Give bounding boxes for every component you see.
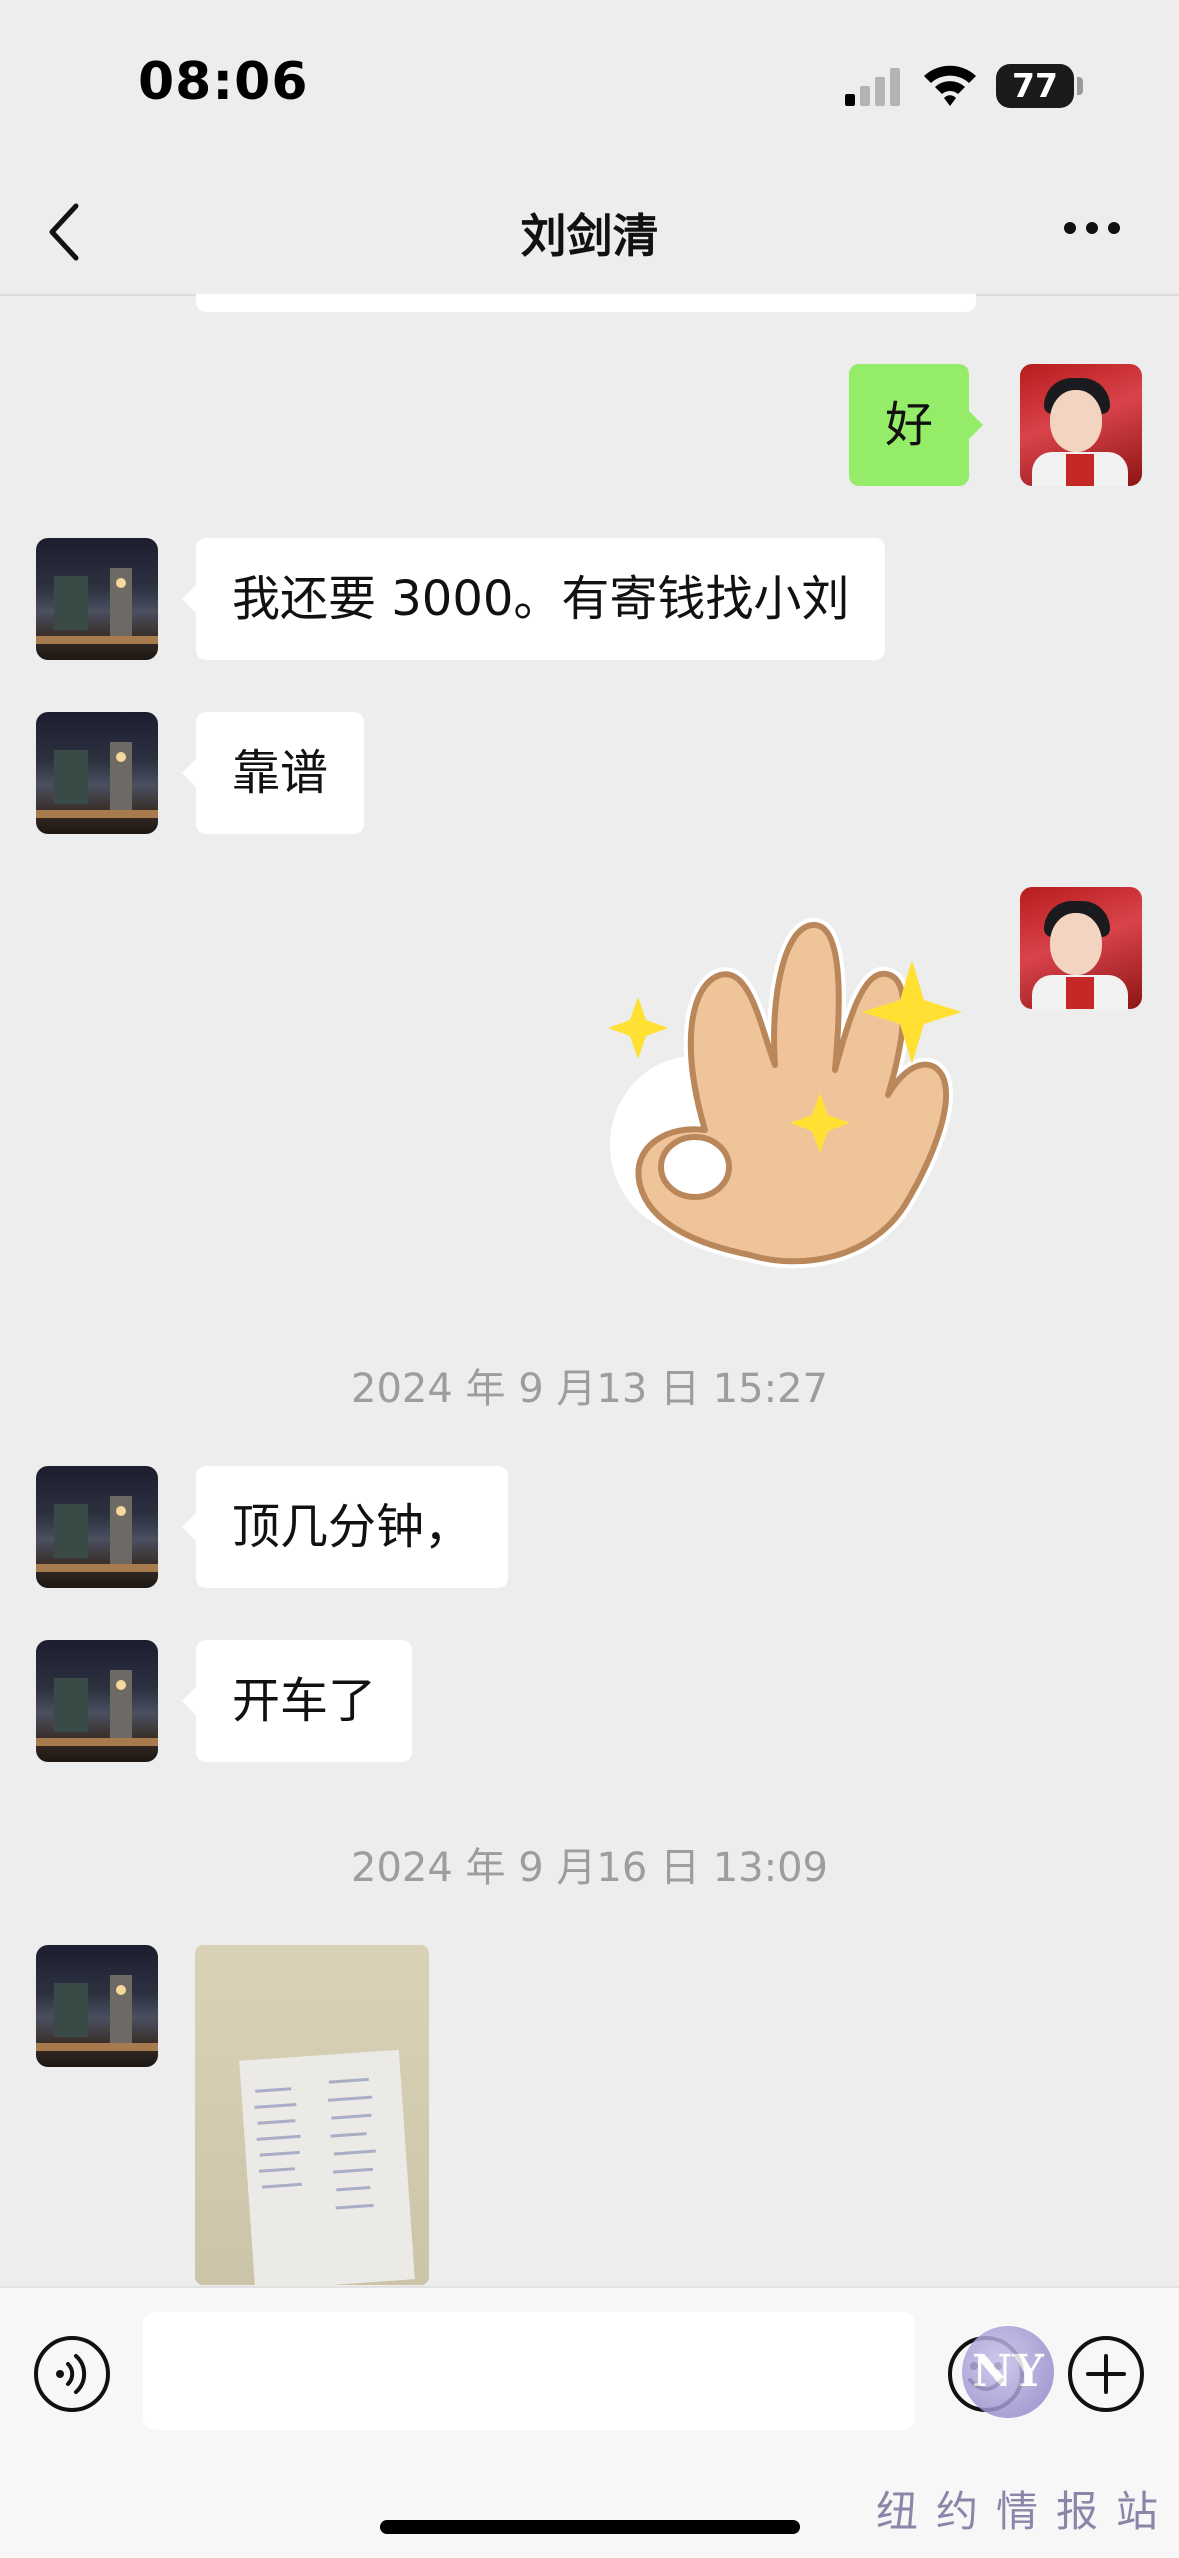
chat-timestamp: 2024 年 9 月13 日 15:27	[351, 1366, 828, 1412]
contact-avatar[interactable]	[36, 538, 158, 660]
self-avatar[interactable]	[1020, 364, 1142, 486]
navigation-bar: 刘剑清	[0, 170, 1179, 296]
battery-level: 77	[1012, 66, 1058, 105]
handwritten-note-image	[239, 2049, 415, 2285]
watermark-logo: NY	[962, 2326, 1054, 2418]
self-avatar[interactable]	[1020, 887, 1142, 1009]
message-bubble-outgoing[interactable]: 好	[849, 364, 984, 486]
message-bubble-incoming[interactable]: 靠谱	[181, 712, 365, 834]
battery-cap	[1077, 77, 1083, 95]
contact-avatar[interactable]	[36, 712, 158, 834]
contact-avatar[interactable]	[36, 1640, 158, 1762]
chat-title: 刘剑清	[520, 209, 659, 263]
battery-icon: 77	[996, 64, 1074, 108]
message-bubble-incoming[interactable]: 顶几分钟，	[181, 1466, 509, 1588]
voice-input-icon[interactable]	[32, 2334, 112, 2414]
plus-icon[interactable]	[1066, 2334, 1146, 2414]
image-message[interactable]	[195, 1945, 429, 2285]
chat-timestamp: 2024 年 9 月16 日 13:09	[351, 1845, 828, 1891]
more-options-icon[interactable]	[1062, 220, 1122, 236]
status-time: 08:06	[138, 52, 309, 112]
message-bubble-incoming[interactable]: 我还要 3000。有寄钱找小刘	[181, 538, 886, 660]
contact-avatar[interactable]	[36, 1945, 158, 2067]
cellular-signal-icon	[845, 68, 900, 106]
contact-avatar[interactable]	[36, 1466, 158, 1588]
status-bar: 08:06 77	[0, 0, 1179, 170]
home-indicator	[380, 2520, 800, 2534]
message-bubble-incoming[interactable]: 开车了	[181, 1640, 413, 1762]
message-input[interactable]	[143, 2312, 915, 2430]
ok-hand-sticker[interactable]	[600, 905, 980, 1285]
message-bubble-partial	[196, 294, 976, 312]
wifi-icon	[924, 65, 976, 106]
watermark-text: 纽约情报站	[876, 2487, 1177, 2536]
